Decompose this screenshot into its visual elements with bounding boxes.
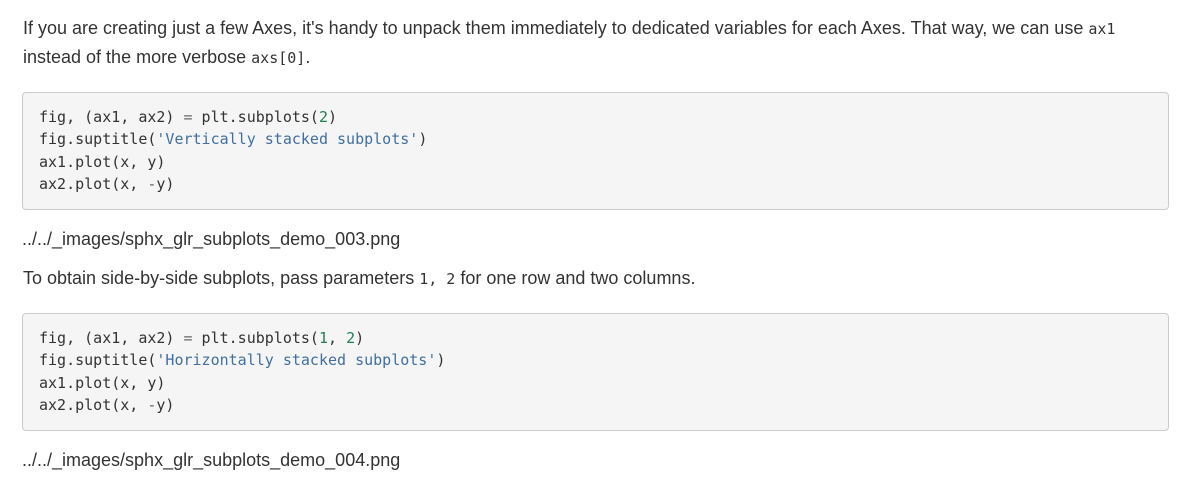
inline-code-1-2: 1, 2 — [419, 270, 456, 289]
intro-paragraph: If you are creating just a few Axes, it'… — [23, 14, 1173, 72]
code-line: ax1.plot(x, y) — [39, 372, 1152, 394]
code-token-num: 1 — [318, 329, 328, 348]
code-token-plain: fig.suptitle( — [39, 351, 157, 370]
code-line: fig, (ax1, ax2) = plt.subplots(1, 2) — [39, 327, 1152, 349]
code-line: ax2.plot(x, -y) — [39, 394, 1152, 416]
code-token-plain: plt.subplots( — [192, 329, 319, 348]
code-token-plain: ) — [355, 329, 365, 348]
code-block-vertical[interactable]: fig, (ax1, ax2) = plt.subplots(2) fig.sup… — [22, 92, 1169, 211]
code-token-plain: y) — [156, 174, 175, 193]
code-token-plain: , — [328, 329, 347, 348]
code-token-num: 2 — [346, 329, 356, 348]
image-ref-vertical: ../../_images/sphx_glr_subplots_demo_003… — [22, 229, 401, 250]
side-by-side-paragraph: To obtain side-by-side subplots, pass pa… — [23, 264, 1172, 293]
code-token-plain: y) — [156, 396, 175, 415]
code-token-op: = — [183, 108, 193, 126]
code-token-plain: fig, (ax1, ax2) — [39, 108, 184, 126]
side-text-after: for one row and two columns. — [455, 268, 696, 289]
code-line: fig.suptitle('Vertically stacked subplot… — [39, 128, 1152, 150]
code-token-plain: ) — [436, 351, 446, 370]
code-token-plain: ) — [418, 130, 428, 149]
side-text-before: To obtain side-by-side subplots, pass pa… — [23, 268, 420, 289]
code-token-num: 2 — [318, 108, 328, 126]
code-token-plain: plt.subplots( — [192, 108, 319, 126]
code-token-plain: ax1.plot(x, y) — [39, 373, 166, 392]
code-block-horizontal[interactable]: fig, (ax1, ax2) = plt.subplots(1, 2) fig.… — [22, 313, 1169, 432]
intro-text-before: If you are creating just a few Axes, it'… — [23, 18, 1089, 38]
doc-content: If you are creating just a few Axes, it'… — [0, 0, 1187, 474]
code-token-plain: ax2.plot(x, — [39, 174, 148, 193]
code-token-plain: ax1.plot(x, y) — [39, 152, 166, 171]
inline-code-ax1: ax1 — [1088, 20, 1116, 38]
image-ref-horizontal: ../../_images/sphx_glr_subplots_demo_004… — [22, 450, 401, 471]
code-token-plain: ) — [328, 108, 338, 126]
code-token-plain: fig.suptitle( — [39, 130, 157, 149]
code-line: fig.suptitle('Horizontally stacked subpl… — [39, 349, 1152, 371]
intro-text-middle: instead of the more verbose — [23, 47, 252, 67]
intro-text-after: . — [305, 47, 311, 67]
code-token-op: = — [183, 329, 193, 348]
code-token-plain: ax2.plot(x, — [39, 396, 148, 415]
code-token-str: 'Vertically stacked subplots' — [156, 130, 419, 149]
code-line: fig, (ax1, ax2) = plt.subplots(2) — [39, 106, 1152, 128]
inline-code-axs0: axs[0] — [251, 49, 306, 67]
code-line: ax1.plot(x, y) — [39, 151, 1152, 173]
code-line: ax2.plot(x, -y) — [39, 173, 1152, 195]
code-token-plain: fig, (ax1, ax2) — [39, 329, 184, 348]
code-token-str: 'Horizontally stacked subplots' — [156, 351, 437, 370]
